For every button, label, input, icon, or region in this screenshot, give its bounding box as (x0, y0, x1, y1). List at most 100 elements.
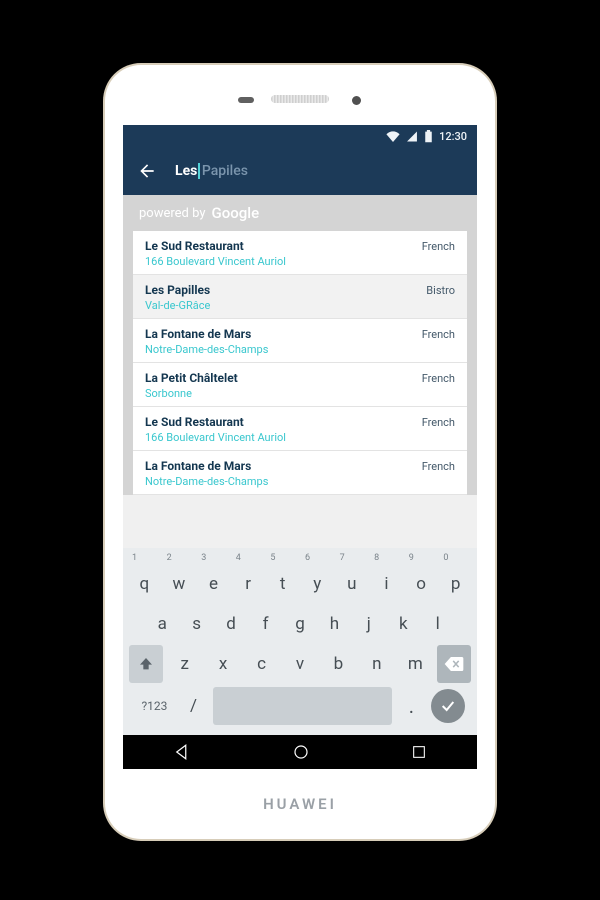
result-tag: Bistro (426, 284, 455, 297)
digit-hint: 6 (300, 552, 335, 563)
device-brand: HUAWEI (105, 769, 495, 839)
nav-back-icon[interactable] (173, 743, 191, 761)
digit-hint: 8 (369, 552, 404, 563)
slash-key[interactable]: / (182, 696, 205, 716)
period-key[interactable]: . (400, 694, 423, 718)
clock: 12:30 (439, 130, 467, 143)
stage: 12:30 Les Papiles powered by Google Le S… (0, 0, 600, 900)
result-name: La Petit Châltelet (145, 371, 238, 385)
digit-hint: 5 (265, 552, 300, 563)
digit-hint: 7 (335, 552, 370, 563)
search-input[interactable]: Les Papiles (175, 163, 248, 179)
result-subtitle: Sorbonne (145, 387, 455, 400)
result-name: La Fontane de Mars (145, 327, 251, 341)
result-name: Les Papilles (145, 283, 210, 297)
key-t[interactable]: t (267, 565, 298, 603)
key-u[interactable]: u (337, 565, 368, 603)
key-q[interactable]: q (129, 565, 160, 603)
status-bar: 12:30 (123, 125, 477, 147)
android-nav-bar (123, 735, 477, 769)
key-l[interactable]: l (423, 605, 453, 643)
front-camera (352, 96, 361, 105)
battery-icon (424, 130, 433, 143)
symbols-key[interactable]: ?123 (135, 699, 174, 713)
keyboard-row-bottom: ?123 / . (129, 685, 471, 727)
keyboard-row-2: asdfghjkl (129, 605, 471, 643)
shift-icon (138, 656, 154, 672)
on-screen-keyboard: 1234567890 qwertyuiop asdfghjkl zxcvbnm … (123, 548, 477, 735)
keyboard-row-1: qwertyuiop (129, 565, 471, 603)
phone-frame: 12:30 Les Papiles powered by Google Le S… (105, 65, 495, 839)
key-a[interactable]: a (147, 605, 177, 643)
search-header: Les Papiles (123, 147, 477, 195)
key-x[interactable]: x (206, 645, 240, 683)
search-typed-text: Les (175, 163, 197, 179)
result-name: Le Sud Restaurant (145, 239, 244, 253)
result-tag: French (422, 372, 455, 385)
result-name: La Fontane de Mars (145, 459, 251, 473)
result-row[interactable]: La Fontane de Mars French Notre-Dame-des-C… (133, 319, 467, 363)
shift-key[interactable] (129, 645, 163, 683)
backspace-key[interactable] (437, 645, 471, 683)
digit-hint: 0 (438, 552, 473, 563)
result-row[interactable]: Les Papilles Bistro Val-de-GRâce (133, 275, 467, 319)
key-o[interactable]: o (406, 565, 437, 603)
nav-home-icon[interactable] (292, 743, 310, 761)
key-j[interactable]: j (354, 605, 384, 643)
search-autocomplete-hint: Papiles (202, 163, 248, 179)
key-y[interactable]: y (302, 565, 333, 603)
key-e[interactable]: e (198, 565, 229, 603)
key-v[interactable]: v (283, 645, 317, 683)
key-b[interactable]: b (321, 645, 355, 683)
result-tag: French (422, 460, 455, 473)
backspace-icon (444, 657, 464, 671)
key-i[interactable]: i (371, 565, 402, 603)
phone-top (105, 65, 495, 125)
results-list[interactable]: Le Sud Restaurant French 166 Boulevard Vin… (123, 231, 477, 495)
digit-hint: 1 (127, 552, 162, 563)
key-p[interactable]: p (440, 565, 471, 603)
result-subtitle: Notre-Dame-des-Champs (145, 475, 455, 488)
proximity-sensor (238, 97, 254, 103)
key-c[interactable]: c (244, 645, 278, 683)
text-cursor (198, 163, 200, 179)
google-logo-text: Google (212, 204, 260, 222)
result-name: Le Sud Restaurant (145, 415, 244, 429)
cell-signal-icon (406, 131, 418, 142)
screen: 12:30 Les Papiles powered by Google Le S… (123, 125, 477, 769)
key-r[interactable]: r (233, 565, 264, 603)
key-k[interactable]: k (388, 605, 418, 643)
key-g[interactable]: g (285, 605, 315, 643)
powered-by-bar: powered by Google (123, 195, 477, 231)
back-arrow-icon[interactable] (137, 161, 157, 181)
result-subtitle: Val-de-GRâce (145, 299, 455, 312)
result-tag: French (422, 328, 455, 341)
result-row[interactable]: Le Sud Restaurant French 166 Boulevard Vin… (133, 407, 467, 451)
key-f[interactable]: f (250, 605, 280, 643)
key-d[interactable]: d (216, 605, 246, 643)
spacebar-key[interactable] (213, 687, 392, 725)
result-subtitle: 166 Boulevard Vincent Auriol (145, 255, 455, 268)
nav-recent-icon[interactable] (411, 744, 427, 760)
keyboard-row-3: zxcvbnm (129, 645, 471, 683)
result-row[interactable]: La Petit Châltelet French Sorbonne (133, 363, 467, 407)
result-tag: French (422, 416, 455, 429)
key-s[interactable]: s (181, 605, 211, 643)
result-row[interactable]: La Fontane de Mars French Notre-Dame-des-C… (133, 451, 467, 495)
keyboard-digit-hints: 1234567890 (127, 552, 473, 563)
key-m[interactable]: m (398, 645, 432, 683)
key-w[interactable]: w (164, 565, 195, 603)
digit-hint: 2 (162, 552, 197, 563)
result-subtitle: Notre-Dame-des-Champs (145, 343, 455, 356)
earpiece (271, 95, 329, 103)
key-n[interactable]: n (360, 645, 394, 683)
digit-hint: 4 (231, 552, 266, 563)
key-z[interactable]: z (167, 645, 201, 683)
result-row[interactable]: Le Sud Restaurant French 166 Boulevard Vin… (133, 231, 467, 275)
result-tag: French (422, 240, 455, 253)
digit-hint: 9 (404, 552, 439, 563)
result-subtitle: 166 Boulevard Vincent Auriol (145, 431, 455, 444)
key-h[interactable]: h (319, 605, 349, 643)
powered-by-label: powered by (139, 206, 206, 221)
enter-key[interactable] (431, 689, 465, 723)
